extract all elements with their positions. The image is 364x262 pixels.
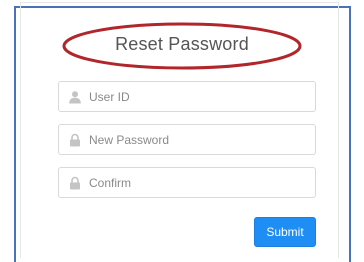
lock-icon (70, 133, 80, 147)
user-id-input[interactable] (89, 82, 309, 111)
confirm-password-input[interactable] (89, 168, 309, 197)
user-id-field[interactable] (58, 81, 316, 112)
user-icon (69, 91, 81, 104)
new-password-field[interactable] (58, 124, 316, 155)
submit-button[interactable]: Submit (254, 217, 316, 247)
lock-icon (70, 176, 80, 190)
reset-password-page: Reset Password Submit (0, 0, 364, 262)
highlight-ellipse (62, 22, 302, 70)
new-password-input[interactable] (89, 125, 309, 154)
confirm-password-field[interactable] (58, 167, 316, 198)
